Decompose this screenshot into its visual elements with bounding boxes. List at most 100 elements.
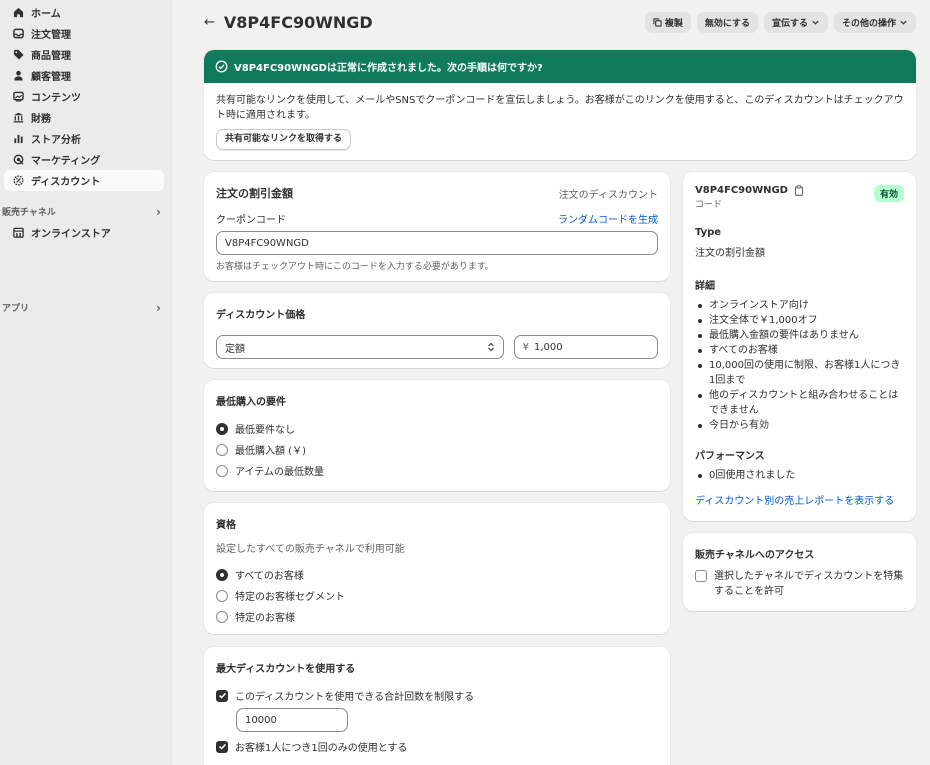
sales-report-link[interactable]: ディスカウント別の売上レポートを表示する [695,492,904,507]
coupon-code-input[interactable]: V8P4FC90WNGD [216,231,658,255]
duplicate-label: 複製 [664,18,683,29]
one-per-customer-checkbox[interactable]: お客様1人につき1回のみの使用とする [216,736,658,757]
deactivate-button[interactable]: 無効にする [696,11,758,33]
performance-list: 0回使用されました [695,468,904,483]
main-content: ← V8P4FC90WNGD 複製 無効にする 宣伝する その他の操作 V8P4… [172,0,930,765]
feature-discount-checkbox[interactable]: 選択したチャネルでディスカウントを特集することを許可 [695,569,904,599]
list-item: オンラインストア向け [695,298,904,313]
type-value: 注文の割引金額 [695,248,765,259]
sidebar-item-products[interactable]: 商品管理 [4,44,164,65]
sales-channels-section[interactable]: 販売チャネル › [0,201,171,222]
checkbox[interactable] [216,740,228,753]
min-requirement-card: 最低購入の要件 最低要件なし 最低購入額 (￥) アイテムの最低数量 [204,380,670,491]
sidebar-item-label: 財務 [31,114,51,125]
radio-button[interactable] [216,568,228,581]
list-item: 注文全体で￥1,000オフ [695,313,904,328]
radio-button[interactable] [216,589,228,602]
sidebar-item-home[interactable]: ホーム [4,2,164,23]
sidebar-item-marketing[interactable]: マーケティング [4,149,164,170]
summary-code: V8P4FC90WNGD [695,185,788,196]
eligibility-options: すべてのお客様 特定のお客様セグメント 特定のお客様 [216,564,658,627]
sidebar-item-orders[interactable]: 注文管理 [4,23,164,44]
summary-code-caption: コード [695,200,723,210]
coupon-code-help: お客様はチェックアウト時にこのコードを入力する必要があります。 [216,262,494,272]
checkbox-label: 選択したチャネルでディスカウントを特集することを許可 [714,571,904,597]
sidebar-item-online-store[interactable]: オンラインストア [4,222,164,243]
card-header: 注文の割引金額 注文のディスカウント [216,185,658,201]
max-uses-card: 最大ディスカウントを使用する このディスカウントを使用できる合計回数を制限する … [204,647,670,765]
discount-icon [12,175,24,187]
page-title: V8P4FC90WNGD [223,12,373,32]
currency-symbol: ¥ [522,341,530,353]
person-icon [12,70,24,82]
details-title: 詳細 [695,281,715,292]
sidebar-item-label: コンテンツ [31,93,81,104]
banner-title: V8P4FC90WNGDは正常に作成されました。次の手順は何ですか? [234,63,543,74]
list-item: すべてのお客様 [695,343,904,358]
radio-option[interactable]: すべてのお客様 [216,564,658,585]
sidebar-item-customers[interactable]: 顧客管理 [4,65,164,86]
list-item: 最低購入金額の要件はありません [695,328,904,343]
radio-option[interactable]: 最低購入額 (￥) [216,439,658,460]
coupon-code-label: クーポンコード [216,215,286,226]
promote-label: 宣伝する [771,18,808,29]
sidebar-item-content[interactable]: コンテンツ [4,86,164,107]
limit-total-uses-checkbox[interactable]: このディスカウントを使用できる合計回数を制限する [216,685,658,706]
summary-code-block: V8P4FC90WNGD コード [695,185,804,210]
radio-label: 特定のお客様 [235,613,295,624]
card-title: 注文の割引金額 [216,187,293,200]
chevron-down-icon [812,20,819,25]
check-circle-icon [215,60,228,73]
checkbox-label: このディスカウントを使用できる合計回数を制限する [235,692,475,703]
total-uses-input[interactable]: 10000 [236,708,348,732]
sidebar-item-label: オンラインストア [31,229,111,240]
amount-input[interactable]: ¥ 1,000 [513,335,658,359]
radio-button[interactable] [216,464,228,477]
chevron-right-icon: › [156,204,161,219]
radio-option[interactable]: 最低要件なし [216,418,658,439]
sidebar-item-discounts[interactable]: ディスカウント [4,170,164,191]
checkmark-icon [218,743,226,750]
checkbox[interactable] [695,570,707,582]
banner-text: 共有可能なリンクを使用して、メールやSNSでクーポンコードを宣伝しましょう。お客… [216,95,904,121]
generate-random-code-link[interactable]: ランダムコードを生成 [558,211,658,226]
discount-value-card: ディスカウント価格 定額 ¥ 1,000 [204,293,670,368]
radio-option[interactable]: 特定のお客様 [216,606,658,627]
promote-button[interactable]: 宣伝する [763,11,828,33]
card-title: 最大ディスカウントを使用する [216,664,356,675]
value-type-select[interactable]: 定額 [216,335,504,359]
sidebar-item-label: 注文管理 [31,30,71,41]
radio-button[interactable] [216,443,228,456]
code-label-row: クーポンコード ランダムコードを生成 [216,211,658,226]
tag-icon [12,49,24,61]
sidebar-item-analytics[interactable]: ストア分析 [4,128,164,149]
sidebar-item-label: ホーム [31,9,61,20]
radio-option[interactable]: アイテムの最低数量 [216,460,658,481]
get-share-link-button[interactable]: 共有可能なリンクを取得する [216,129,352,150]
radio-label: アイテムの最低数量 [235,467,324,478]
sidebar-item-label: 顧客管理 [31,72,71,83]
sidebar: ホーム 注文管理 商品管理 顧客管理 コンテンツ 財務 ストア分析 マーケティン… [0,0,172,765]
max-uses-options: このディスカウントを使用できる合計回数を制限する 10000 お客様1人につき1… [216,685,658,757]
header-actions: 複製 無効にする 宣伝する その他の操作 [644,11,916,33]
more-actions-button[interactable]: その他の操作 [833,11,916,33]
min-req-options: 最低要件なし 最低購入額 (￥) アイテムの最低数量 [216,418,658,481]
clipboard-icon[interactable] [794,185,804,196]
home-icon [12,7,24,19]
list-item: 今日から有効 [695,418,904,433]
radio-option[interactable]: 特定のお客様セグメント [216,585,658,606]
value-row: 定額 ¥ 1,000 [216,335,658,359]
image-icon [12,91,24,103]
sidebar-item-finance[interactable]: 財務 [4,107,164,128]
radio-button[interactable] [216,422,228,435]
radio-button[interactable] [216,610,228,623]
back-arrow-icon[interactable]: ← [204,15,215,30]
checkbox[interactable] [216,689,228,702]
list-item: 0回使用されました [695,468,904,483]
card-title: 販売チャネルへのアクセス [695,550,815,561]
card-title: 最低購入の要件 [216,397,286,408]
type-title: Type [695,227,722,238]
apps-section[interactable]: アプリ › [0,297,171,318]
checkmark-icon [218,692,226,699]
duplicate-button[interactable]: 複製 [644,11,691,33]
